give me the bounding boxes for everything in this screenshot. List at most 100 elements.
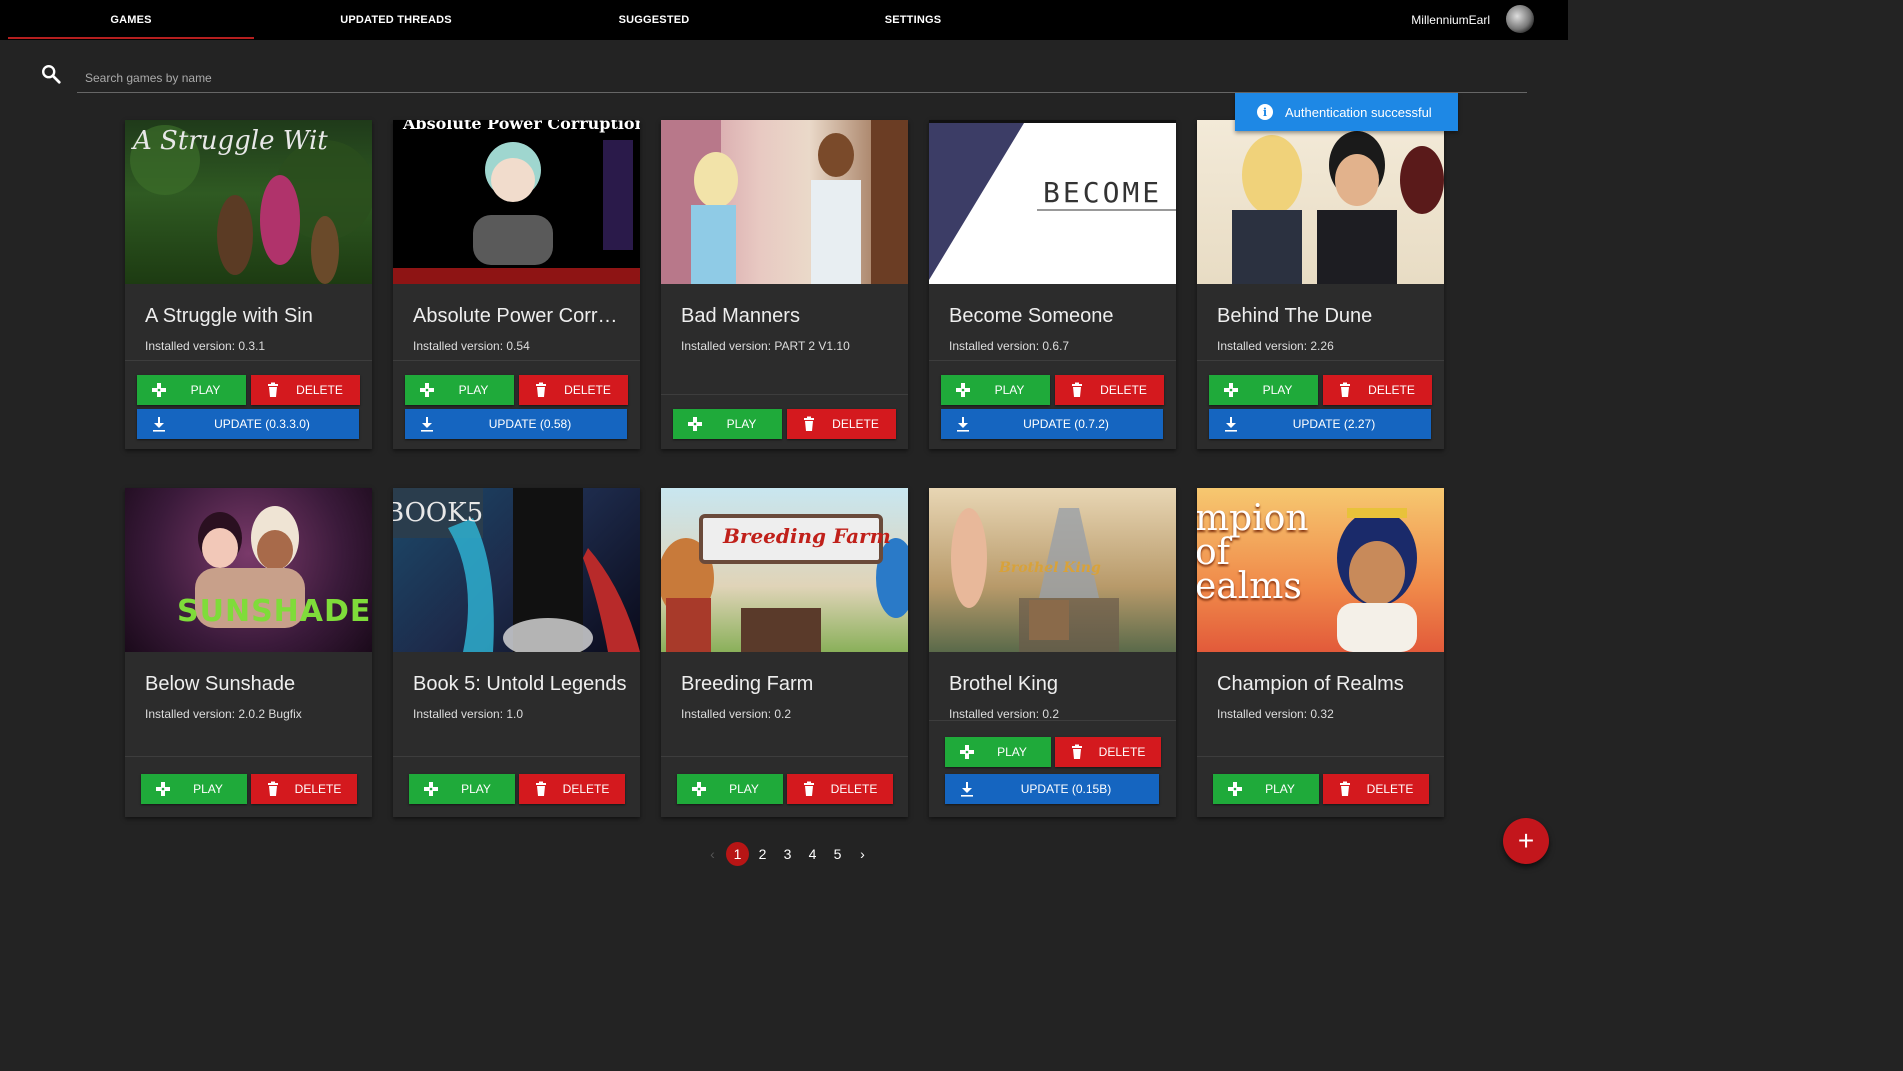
installed-version: Installed version: 0.6.7 (949, 339, 1070, 353)
thumbnail-title: Absolute Power Corruption (403, 120, 640, 133)
page-button-1[interactable]: 1 (726, 842, 749, 866)
trash-icon (804, 416, 814, 431)
delete-button[interactable]: DELETE (251, 375, 360, 405)
game-thumbnail[interactable]: BOOK5 (393, 488, 640, 652)
delete-label: DELETE (296, 383, 343, 397)
update-button[interactable]: UPDATE (0.15B) (945, 774, 1159, 804)
next-page-button[interactable]: › (850, 842, 875, 866)
update-button[interactable]: UPDATE (2.27) (1209, 409, 1431, 439)
game-thumbnail[interactable]: BECOME (929, 120, 1176, 284)
game-thumbnail[interactable]: SUNSHADE (125, 488, 372, 652)
play-label: PLAY (461, 782, 491, 796)
game-thumbnail[interactable]: A Struggle Wit (125, 120, 372, 284)
game-thumbnail[interactable]: mpion of ealms (1197, 488, 1444, 652)
game-title: A Struggle with Sin (145, 305, 313, 327)
trash-icon (804, 781, 814, 796)
divider (125, 756, 372, 757)
search-input[interactable] (77, 63, 1527, 93)
play-button[interactable]: PLAY (945, 737, 1051, 767)
delete-button[interactable]: DELETE (251, 774, 357, 804)
installed-version: Installed version: 2.26 (1217, 339, 1334, 353)
update-label: UPDATE (0.7.2) (1023, 417, 1109, 431)
page-button-2[interactable]: 2 (750, 842, 775, 866)
gamepad-icon (692, 782, 706, 796)
trash-icon (536, 781, 546, 796)
game-card: A Struggle Wit A Struggle with Sin Insta… (125, 120, 372, 449)
delete-label: DELETE (1368, 383, 1415, 397)
search-bar (0, 40, 1568, 95)
update-label: UPDATE (0.3.3.0) (214, 417, 310, 431)
tab-games[interactable]: GAMES (8, 0, 254, 40)
divider (661, 394, 908, 395)
game-thumbnail[interactable] (1197, 120, 1444, 284)
game-card: BOOK5 Book 5: Untold Legends Installed v… (393, 488, 640, 817)
delete-button[interactable]: DELETE (519, 375, 628, 405)
thumbnail-title: Breeding Farm (723, 524, 891, 548)
trash-icon (1340, 382, 1350, 397)
gamepad-icon (688, 417, 702, 431)
trash-icon (1072, 744, 1082, 759)
page-button-3[interactable]: 3 (775, 842, 800, 866)
game-thumbnail[interactable]: Absolute Power Corruption (393, 120, 640, 284)
game-title: Behind The Dune (1217, 305, 1373, 327)
game-thumbnail[interactable]: Breeding Farm (661, 488, 908, 652)
game-card: Breeding Farm Breeding Farm Installed ve… (661, 488, 908, 817)
update-button[interactable]: UPDATE (0.3.3.0) (137, 409, 359, 439)
update-button[interactable]: UPDATE (0.7.2) (941, 409, 1163, 439)
delete-button[interactable]: DELETE (1323, 774, 1429, 804)
delete-button[interactable]: DELETE (519, 774, 625, 804)
play-button[interactable]: PLAY (137, 375, 246, 405)
play-button[interactable]: PLAY (941, 375, 1050, 405)
page-button-4[interactable]: 4 (800, 842, 825, 866)
divider (1197, 756, 1444, 757)
play-button[interactable]: PLAY (1213, 774, 1319, 804)
add-game-button[interactable]: + (1503, 818, 1549, 864)
page-button-5[interactable]: 5 (825, 842, 850, 866)
play-button[interactable]: PLAY (405, 375, 514, 405)
delete-button[interactable]: DELETE (787, 409, 896, 439)
play-button[interactable]: PLAY (677, 774, 783, 804)
play-button[interactable]: PLAY (141, 774, 247, 804)
installed-version: Installed version: 2.0.2 Bugfix (145, 707, 302, 721)
gamepad-icon (956, 383, 970, 397)
download-icon (153, 417, 165, 432)
game-card: BECOME Become Someone Installed version:… (929, 120, 1176, 449)
divider (125, 360, 372, 361)
thumbnail-title: mpion of ealms (1197, 498, 1309, 607)
prev-page-button[interactable]: ‹ (700, 842, 725, 866)
avatar[interactable] (1506, 5, 1534, 33)
delete-button[interactable]: DELETE (1055, 737, 1161, 767)
divider (929, 720, 1176, 721)
pagination: ‹ 1 2 3 4 5 › (700, 842, 875, 866)
divider (393, 360, 640, 361)
delete-button[interactable]: DELETE (1323, 375, 1432, 405)
tab-updated-threads[interactable]: UPDATED THREADS (273, 0, 519, 40)
delete-button[interactable]: DELETE (787, 774, 893, 804)
play-button[interactable]: PLAY (1209, 375, 1318, 405)
auth-toast: i Authentication successful (1235, 93, 1458, 131)
game-thumbnail[interactable] (661, 120, 908, 284)
username[interactable]: MillenniumEarl (1411, 0, 1490, 40)
tab-suggested[interactable]: SUGGESTED (531, 0, 777, 40)
game-thumbnail[interactable]: Brothel King (929, 488, 1176, 652)
search-icon[interactable] (40, 63, 62, 85)
delete-label: DELETE (830, 782, 878, 796)
play-label: PLAY (193, 782, 223, 796)
trash-icon (1340, 781, 1350, 796)
update-button[interactable]: UPDATE (0.58) (405, 409, 627, 439)
play-button[interactable]: PLAY (409, 774, 515, 804)
game-card: Bad Manners Installed version: PART 2 V1… (661, 120, 908, 449)
trash-icon (536, 382, 546, 397)
gamepad-icon (152, 383, 166, 397)
game-card: Brothel King Brothel King Installed vers… (929, 488, 1176, 817)
thumbnail-title: SUNSHADE (177, 594, 372, 629)
tab-settings[interactable]: SETTINGS (790, 0, 1036, 40)
installed-version: Installed version: 0.3.1 (145, 339, 266, 353)
update-label: UPDATE (0.58) (488, 417, 572, 431)
installed-version: Installed version: 0.2 (949, 707, 1060, 721)
game-title: Become Someone (949, 305, 1114, 327)
play-label: PLAY (190, 383, 221, 397)
delete-button[interactable]: DELETE (1055, 375, 1164, 405)
play-button[interactable]: PLAY (673, 409, 782, 439)
installed-version: Installed version: 0.2 (681, 707, 792, 721)
